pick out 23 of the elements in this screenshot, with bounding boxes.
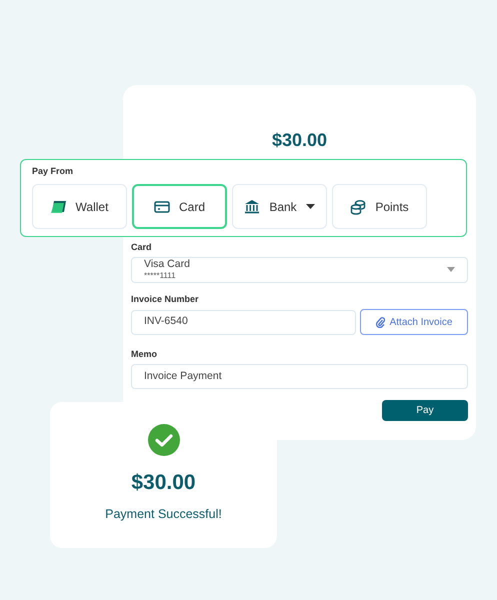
pay-button[interactable]: Pay xyxy=(382,400,468,421)
payment-option[interactable]: Points xyxy=(332,184,427,229)
invoice-field[interactable]: INV-6540 xyxy=(131,310,356,334)
card-select[interactable]: Visa Card *****1111 xyxy=(131,257,468,283)
success-message: Payment Successful! xyxy=(105,506,222,523)
section-label: Pay From xyxy=(32,166,74,177)
coins-icon xyxy=(350,198,366,214)
field-label: Invoice Number xyxy=(131,294,200,305)
field-label: Memo xyxy=(131,349,158,360)
amount-text: $30.00 xyxy=(270,129,328,151)
amount-text: $30.00 xyxy=(131,470,196,496)
payment-option[interactable]: Bank xyxy=(232,184,327,229)
wallet-icon xyxy=(50,198,67,214)
check-icon xyxy=(148,424,180,456)
caret-icon xyxy=(447,267,455,272)
payment-option[interactable]: Card xyxy=(132,184,227,229)
payment-option[interactable]: Wallet xyxy=(32,184,127,229)
field-label: Card xyxy=(131,242,153,253)
paperclip-icon xyxy=(376,316,385,328)
attach-button[interactable]: Attach Invoice xyxy=(360,309,468,335)
credit-card-icon xyxy=(154,198,170,214)
memo-field[interactable]: Invoice Payment xyxy=(131,364,468,389)
bank-icon xyxy=(244,198,260,214)
